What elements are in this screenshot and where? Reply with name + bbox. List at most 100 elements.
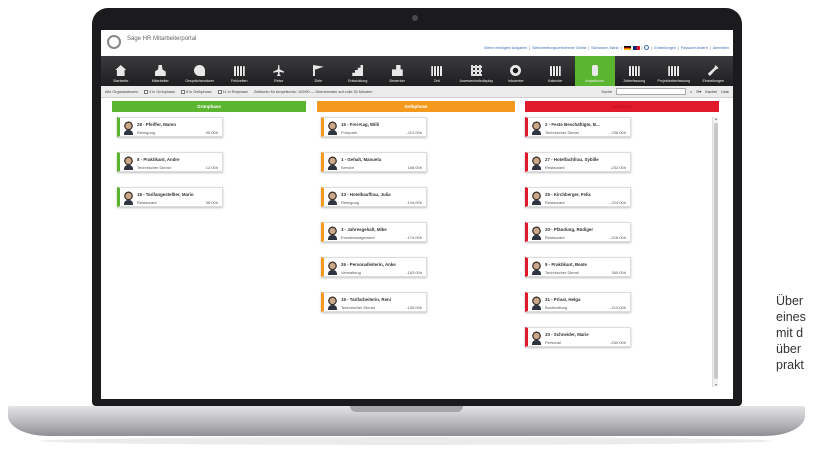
employee-card[interactable]: 8 - Praktikant, Andre Technischer Dienst 1…	[117, 152, 223, 172]
toolbar-label: Entwicklung	[348, 79, 368, 83]
toolbar-item-einstellungen[interactable]: Einstellungen	[694, 56, 734, 86]
toolbar-item-infocenter[interactable]: Infocenter	[496, 56, 536, 86]
employee-balance: -216:00h	[610, 235, 626, 240]
toolbar-item-mitarbeiter[interactable]: Mitarbeiter	[141, 56, 181, 86]
employee-name: 33 - Schneider, Marie	[545, 332, 589, 337]
employee-balance: -174:00h	[406, 235, 422, 240]
person-icon	[154, 65, 166, 76]
employee-card[interactable]: 2 - Feste Beschäftigte, B... Technischer …	[525, 117, 631, 137]
header-link-logout[interactable]: Abmelden	[713, 46, 729, 50]
employee-name: 2 - Feste Beschäftigte, B...	[545, 122, 600, 127]
filter-info: Zeitkonto für Ampelkonto: 100/90 — Übers…	[253, 89, 373, 94]
flag-en-icon[interactable]	[632, 45, 640, 50]
employee-name: 19 - Tarifarbeiterin, Reni	[341, 297, 391, 302]
employee-card[interactable]: 15 - Frei-Kag, Willi Fuhrpark -112:00h	[321, 117, 427, 137]
employee-card[interactable]: 25 - Kirchberger, Felix Restaurant -224:00…	[525, 187, 631, 207]
employee-name: 33 - Hotelkauffrau, Julia	[341, 192, 391, 197]
employee-department: Technischer Dienst	[341, 305, 375, 310]
filter-red[interactable]: 11 in Rotphase	[217, 89, 248, 94]
employee-department: Technischer Dienst	[137, 165, 171, 170]
employee-card[interactable]: 31 - Privat, Helga Buchhaltung -212:00h	[525, 292, 631, 312]
header-link-password[interactable]: Passwort ändern	[681, 46, 708, 50]
employee-name: 18 - Tarifangestellter, Mario	[137, 192, 194, 197]
flag-icon	[312, 65, 324, 76]
toolbar-item-gespraechsnotizen[interactable]: Gesprächsnotizen	[180, 56, 220, 86]
mail-icon[interactable]: ✉▾	[696, 89, 701, 94]
employee-card[interactable]: 18 - Tarifangestellter, Mario Restaurant 0…	[117, 187, 223, 207]
employee-card[interactable]: 26 - Personalleiterin, Anke Verwaltung -16…	[321, 257, 427, 277]
checkbox-icon	[144, 89, 149, 94]
header-links: Meine erledigten Aufgaben | Stellvertretu…	[484, 45, 729, 50]
toolbar-item-reise[interactable]: Reise	[259, 56, 299, 86]
employee-balance: 12:00h	[205, 165, 218, 170]
search-input[interactable]	[616, 88, 687, 95]
employee-department: Service	[341, 165, 355, 170]
flag-de-icon[interactable]	[623, 45, 631, 50]
scrollbar-thumb[interactable]	[714, 123, 718, 379]
avatar	[327, 261, 338, 275]
employee-card[interactable]: 28 - Pfeiffer, Maren Reinigung 00:00h	[117, 117, 223, 137]
employee-card[interactable]: 9 - Praktikant, Beate Technischer Dienst 3…	[525, 257, 631, 277]
header-link-settings[interactable]: Einstellungen	[654, 46, 676, 50]
employee-balance: -112:00h	[406, 130, 423, 135]
header-link-substitute[interactable]: Stellvertretungszeitnehmer Gelöst	[532, 46, 586, 50]
scroll-down-icon[interactable]: ▾	[714, 383, 718, 387]
employee-card[interactable]: 3 - Jahresgehalt, Mike Eventmanagement -17…	[321, 222, 427, 242]
toolbar-item-bewerber[interactable]: Bewerber	[378, 56, 418, 86]
toolbar-label: Ampelkonto	[585, 79, 605, 83]
toolbar-item-startseite[interactable]: Startseite	[101, 56, 141, 86]
employee-card[interactable]: 19 - Tarifarbeiterin, Reni Technischer Di…	[321, 292, 427, 312]
toolbar-label: Reise	[274, 79, 284, 83]
view-tiles-button[interactable]: Kachel	[705, 90, 717, 94]
employee-balance: -232:00h	[610, 165, 626, 170]
toolbar-item-ampelkonto[interactable]: Ampelkonto	[575, 56, 615, 86]
toolbar-item-entwicklung[interactable]: Entwicklung	[338, 56, 378, 86]
employee-balance: -162:00h	[406, 270, 422, 275]
employee-department: Verwaltung	[341, 270, 361, 275]
toolbar-item-zeit[interactable]: Zeit	[417, 56, 457, 86]
filter-bar: Alle Organisationen 3 in Grünphase 6 in …	[101, 86, 733, 98]
scrollbar[interactable]: ▴ ▾	[712, 117, 718, 387]
employee-card[interactable]: 27 - Hotelfachfrau, Sybille Restaurant -23…	[525, 152, 631, 172]
org-select[interactable]: Alle Organisationen	[105, 90, 138, 94]
toolbar-label: Zeit	[433, 79, 440, 83]
side-caption-line: mit d	[776, 326, 804, 340]
avatar	[531, 121, 542, 135]
header-link-tasks[interactable]: Meine erledigten Aufgaben	[484, 46, 527, 50]
employee-balance: -224:00h	[610, 200, 626, 205]
toolbar-item-anwesenheitsdisplay[interactable]: Anwesenheitsdisplay	[457, 56, 497, 86]
avatar	[123, 121, 134, 135]
toolbar-label: Projektzeiterfassung	[657, 79, 691, 83]
toolbar-item-zeiterfassung[interactable]: Zeiterfassung	[615, 56, 655, 86]
employee-card[interactable]: 33 - Hotelkauffrau, Julia Reinigung -144:0…	[321, 187, 427, 207]
toolbar-item-projektzeiterfassung[interactable]: Projektzeiterfassung	[654, 56, 694, 86]
employee-name: 8 - Praktikant, Andre	[137, 157, 180, 162]
side-caption: Über eines mit d über prakt	[776, 293, 813, 373]
toolbar-label: Einstellungen	[702, 79, 725, 83]
avatar	[123, 156, 134, 170]
toolbar-label: Zeiterfassung	[623, 79, 646, 83]
filter-label: 3 in Grünphase	[149, 89, 176, 94]
scroll-up-icon[interactable]: ▴	[714, 117, 718, 121]
grid-icon	[470, 65, 482, 76]
filter-label: 6 in Gelbphase	[186, 89, 212, 94]
avatar	[531, 191, 542, 205]
toolbar-item-ziele[interactable]: Ziele	[299, 56, 339, 86]
calendar-icon	[233, 66, 245, 76]
search-icon[interactable]: ⌕	[690, 90, 692, 94]
employee-card[interactable]: 1 - Gehalt, Manuela Service 166:00h	[321, 152, 427, 172]
view-list-button[interactable]: Liste	[721, 90, 729, 94]
employee-department: Reinigung	[341, 200, 360, 205]
toolbar-item-kalender[interactable]: Kalender	[536, 56, 576, 86]
employee-department: Fuhrpark	[341, 130, 358, 135]
help-icon[interactable]	[644, 45, 650, 50]
employee-card[interactable]: 33 - Schneider, Marie Personal -252:00h	[525, 327, 631, 347]
filter-green[interactable]: 3 in Grünphase	[144, 89, 176, 94]
avatar	[123, 191, 134, 205]
header-link-user[interactable]: Schweizer, Maria	[591, 46, 618, 50]
page: Sage HR Mitarbeiterportal Meine erledigt…	[0, 0, 813, 456]
toolbar-item-fehlzeiten[interactable]: Fehlzeiten	[220, 56, 260, 86]
employee-card[interactable]: 20 - Pfändung, Rüdiger Restaurant -216:00h	[525, 222, 631, 242]
filter-label: 11 in Rotphase	[222, 89, 248, 94]
filter-yellow[interactable]: 6 in Gelbphase	[181, 89, 212, 94]
